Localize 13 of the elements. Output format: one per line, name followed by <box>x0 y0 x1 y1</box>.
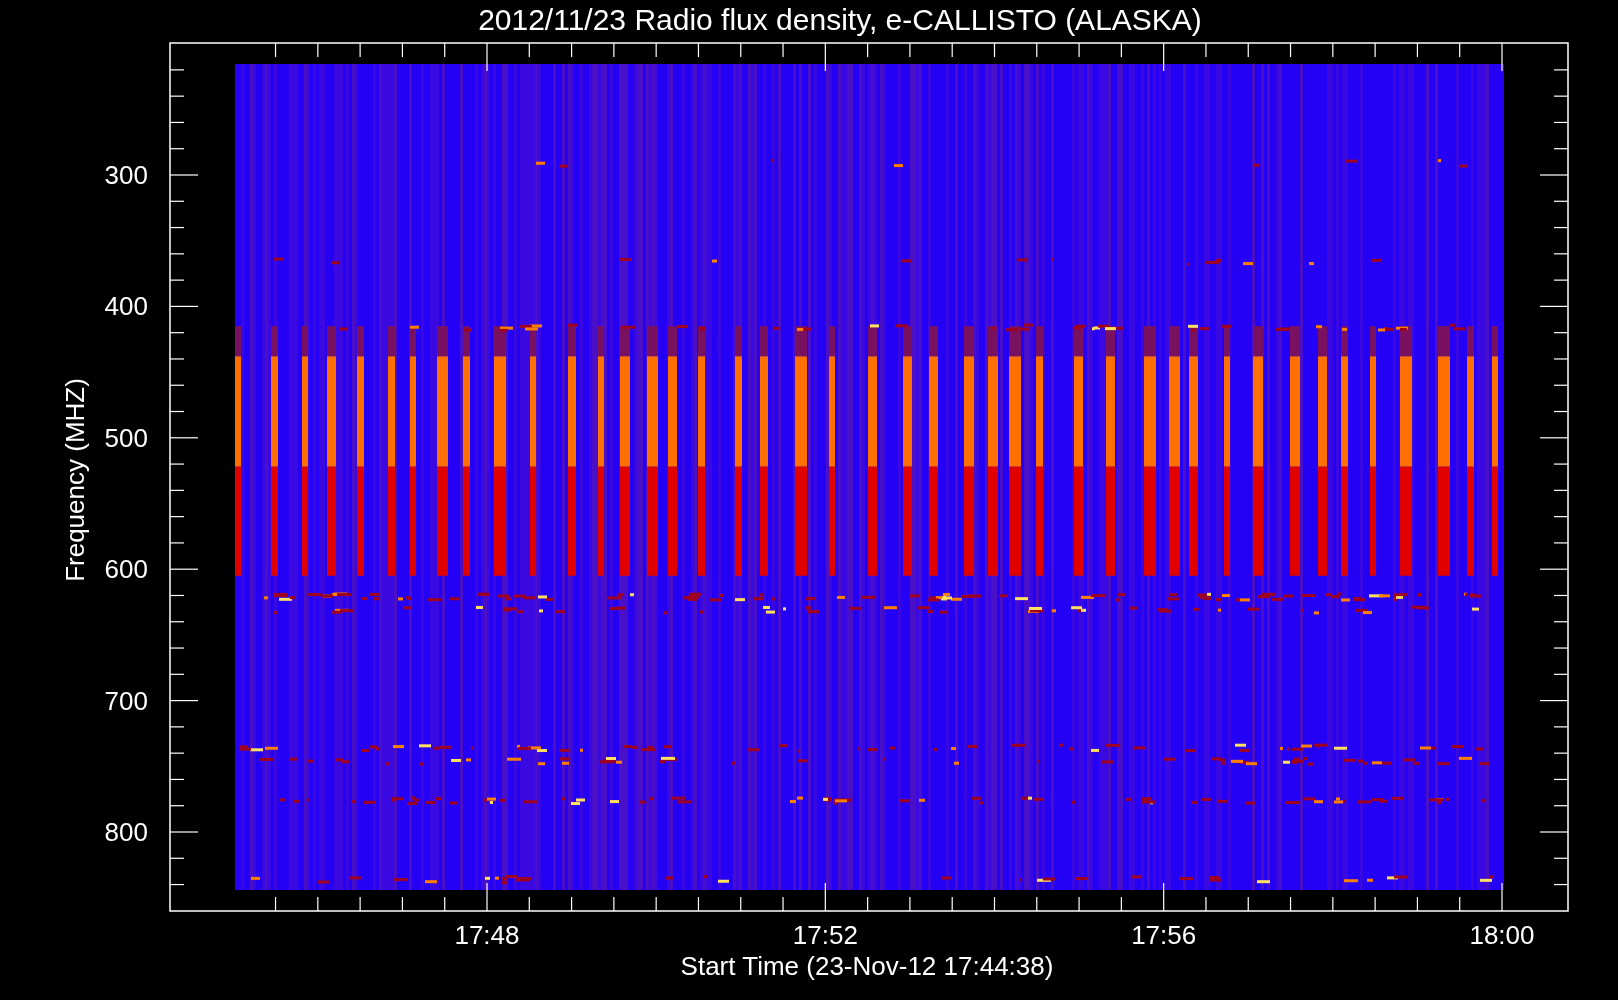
y-tick-label: 600 <box>104 554 148 585</box>
x-axis-label: Start Time (23-Nov-12 17:44:38) <box>680 951 1054 981</box>
y-tick-label: 700 <box>104 685 148 716</box>
y-tick-label: 800 <box>104 817 148 847</box>
y-axis-label: Frequency (MHZ) <box>60 378 90 582</box>
plot-title: 2012/11/23 Radio flux density, e-CALLISTO (ALASKA) <box>478 3 1202 36</box>
x-tick-label: 17:52 <box>792 920 858 950</box>
y-tick-label: 500 <box>104 422 148 453</box>
x-tick-label: 17:48 <box>454 920 520 950</box>
x-tick-label: 17:56 <box>1131 920 1197 950</box>
y-tick-label: 400 <box>104 291 148 322</box>
x-tick-label: 18:00 <box>1469 920 1535 950</box>
y-tick-label: 300 <box>104 160 148 190</box>
